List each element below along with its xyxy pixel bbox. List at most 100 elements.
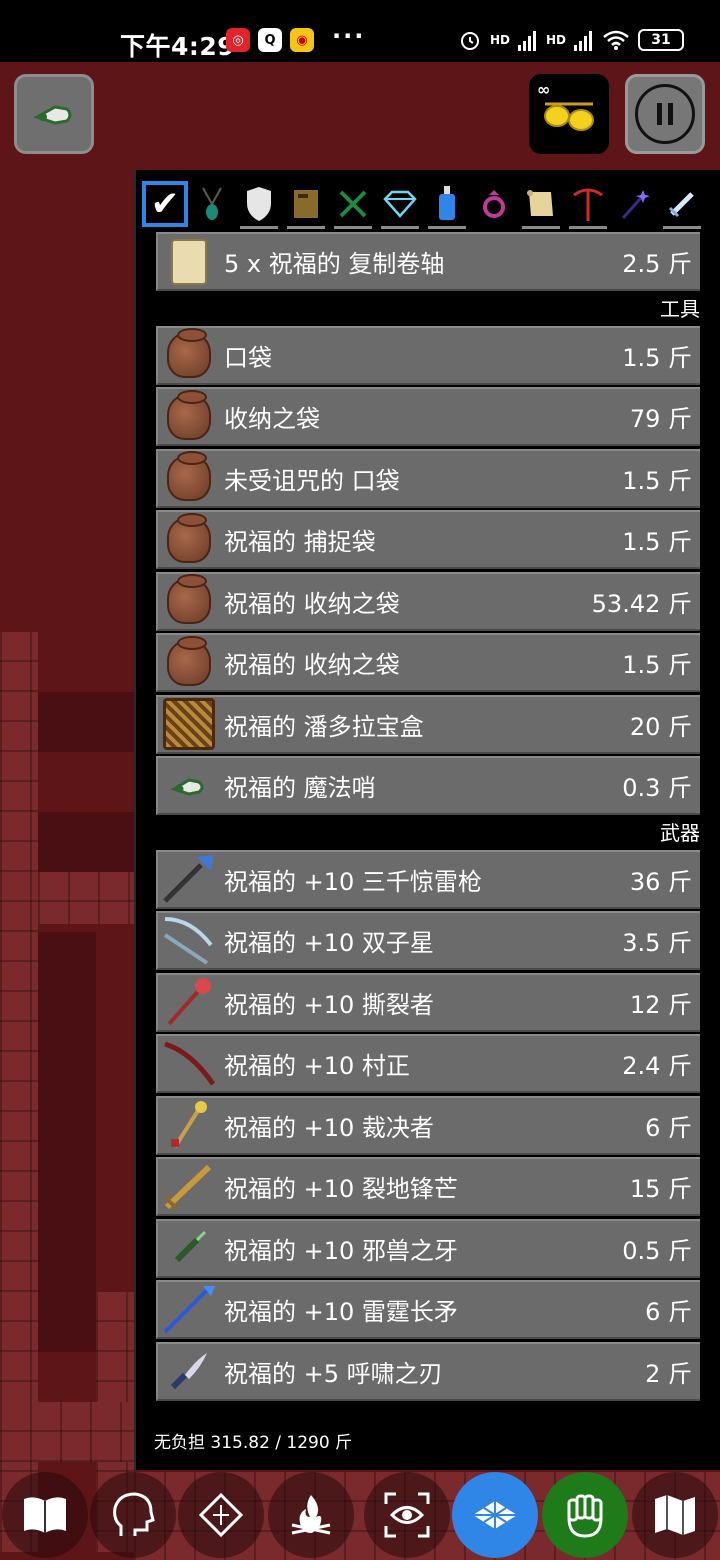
- pickaxe-icon: [573, 188, 603, 221]
- map-floor: [38, 812, 134, 872]
- inventory-grid-icon: [473, 1501, 517, 1529]
- abilities-button[interactable]: [178, 1472, 264, 1558]
- inventory-item[interactable]: 祝福的 潘多拉宝盒 20 斤: [156, 694, 700, 754]
- spellbook-button[interactable]: [2, 1472, 88, 1558]
- scroll-icon: [171, 238, 207, 285]
- inventory-item[interactable]: 未受诅咒的 口袋 1.5 斤: [156, 448, 700, 508]
- amulet-icon: [202, 187, 222, 220]
- item-weight: 2 斤: [645, 1359, 692, 1388]
- katana-icon: [164, 1041, 216, 1085]
- filter-scroll[interactable]: [518, 179, 564, 229]
- weibo-app-icon: ◉: [290, 28, 314, 52]
- dagger-icon: [174, 1230, 207, 1263]
- lance-icon: [163, 855, 213, 903]
- map-floor: [38, 932, 96, 1352]
- filter-gem[interactable]: [377, 179, 423, 229]
- category-header-tools: 工具: [660, 296, 700, 321]
- rest-button[interactable]: [268, 1472, 354, 1558]
- filter-all[interactable]: ✔: [142, 179, 188, 229]
- inventory-item[interactable]: 祝福的 +10 村正 2.4 斤: [156, 1034, 700, 1093]
- inventory-item[interactable]: 祝福的 +10 邪兽之牙 0.5 斤: [156, 1218, 700, 1278]
- inventory-item[interactable]: 5 x 祝福的 复制卷轴 2.5 斤: [156, 232, 700, 291]
- filter-book[interactable]: [283, 179, 329, 229]
- sunglasses-button[interactable]: ∞: [529, 74, 609, 154]
- hand-button[interactable]: [542, 1472, 628, 1558]
- book-icon: [24, 1497, 66, 1533]
- qq-app-icon: Q: [258, 28, 282, 52]
- item-weight: 15 斤: [629, 1175, 692, 1203]
- inventory-item[interactable]: 口袋 1.5 斤: [156, 325, 700, 385]
- item-name: 未受诅咒的 口袋: [224, 466, 400, 495]
- filter-wand[interactable]: [612, 179, 658, 229]
- sunglasses-icon: [544, 102, 594, 131]
- item-name: 收纳之袋: [224, 405, 320, 433]
- bag-icon: [167, 389, 211, 440]
- bag-icon: [167, 451, 211, 501]
- inventory-item[interactable]: 祝福的 +10 雷霆长矛 6 斤: [156, 1280, 700, 1339]
- signal-bars-2-icon: [574, 31, 592, 51]
- pause-button[interactable]: [625, 74, 705, 154]
- potion-icon: [439, 186, 455, 220]
- inventory-button[interactable]: [452, 1472, 538, 1558]
- filter-weapon[interactable]: [659, 179, 705, 229]
- crossbow-icon: [163, 916, 213, 965]
- item-weight: 79 斤: [629, 405, 692, 433]
- inventory-item[interactable]: 祝福的 +10 双子星 3.5 斤: [156, 911, 700, 970]
- filter-food[interactable]: [330, 179, 376, 229]
- infinity-mark: ∞: [537, 80, 551, 99]
- inventory-item[interactable]: 祝福的 魔法哨 0.3 斤: [156, 756, 700, 815]
- status-more-icon: ···: [332, 22, 366, 50]
- item-weight: 2.5 斤: [622, 250, 692, 278]
- shield-icon: [247, 187, 271, 221]
- whistle-quick-button[interactable]: [14, 74, 94, 154]
- book-icon: [294, 190, 318, 218]
- status-app-icons: ◎ Q ◉: [226, 28, 314, 52]
- inventory-item[interactable]: 祝福的 捕捉袋 1.5 斤: [156, 510, 700, 569]
- map-floor: [38, 692, 134, 752]
- item-name: 祝福的 +10 雷霆长矛: [224, 1298, 458, 1326]
- inventory-item[interactable]: 祝福的 +10 撕裂者 12 斤: [156, 972, 700, 1032]
- filter-potion[interactable]: [424, 179, 470, 229]
- map-button[interactable]: [632, 1472, 718, 1558]
- filter-tool[interactable]: [565, 179, 611, 229]
- axe-icon: [167, 978, 211, 1026]
- inventory-list: 5 x 祝福的 复制卷轴 2.5 斤 工具 口袋 1.5 斤 收纳之袋 79 斤…: [156, 232, 700, 1403]
- item-name: 祝福的 +5 呼啸之刃: [224, 1359, 443, 1388]
- inventory-item[interactable]: 祝福的 收纳之袋 1.5 斤: [156, 633, 700, 692]
- inventory-item[interactable]: 祝福的 +10 三千惊雷枪 36 斤: [156, 849, 700, 909]
- campfire-icon: [291, 1495, 331, 1535]
- item-weight: 1.5 斤: [622, 528, 692, 556]
- inventory-item[interactable]: 祝福的 +10 裁决者 6 斤: [156, 1095, 700, 1155]
- character-button[interactable]: [90, 1472, 176, 1558]
- item-weight: 3.5 斤: [622, 929, 692, 957]
- item-name: 祝福的 潘多拉宝盒: [224, 712, 424, 741]
- item-weight: 1.5 斤: [622, 651, 692, 679]
- item-weight: 53.42 斤: [591, 589, 692, 618]
- bag-icon: [167, 635, 211, 686]
- item-weight: 36 斤: [629, 867, 692, 896]
- item-name: 祝福的 +10 撕裂者: [224, 990, 434, 1019]
- filter-ring[interactable]: [471, 179, 517, 229]
- item-name: 祝福的 收纳之袋: [224, 651, 400, 679]
- inventory-item[interactable]: 祝福的 收纳之袋 53.42 斤: [156, 571, 700, 631]
- puzzle-box-icon: [163, 698, 215, 750]
- inventory-item[interactable]: 收纳之袋 79 斤: [156, 387, 700, 446]
- status-bar: 下午4:29 ◎ Q ◉ ··· HD HD 31: [0, 0, 720, 62]
- item-weight: 1.5 斤: [622, 343, 692, 372]
- inventory-item[interactable]: 祝福的 +5 呼啸之刃 2 斤: [156, 1341, 700, 1401]
- greatsword-icon: [163, 1164, 212, 1210]
- category-filter-bar: ✔: [142, 178, 720, 230]
- look-button[interactable]: [364, 1472, 450, 1558]
- status-time: 下午4:29: [120, 32, 236, 61]
- scroll-icon: [527, 190, 553, 216]
- inventory-item[interactable]: 祝福的 +10 裂地锋芒 15 斤: [156, 1157, 700, 1216]
- filter-armor[interactable]: [236, 179, 282, 229]
- sigil-icon: [199, 1493, 243, 1537]
- signal-1-icon: HD: [489, 33, 510, 47]
- item-weight: 6 斤: [645, 1298, 692, 1326]
- fist-icon: [567, 1494, 603, 1538]
- bag-icon: [167, 512, 211, 563]
- pause-icon: [635, 84, 695, 144]
- filter-amulet[interactable]: [189, 179, 235, 229]
- item-name: 祝福的 魔法哨: [224, 774, 376, 802]
